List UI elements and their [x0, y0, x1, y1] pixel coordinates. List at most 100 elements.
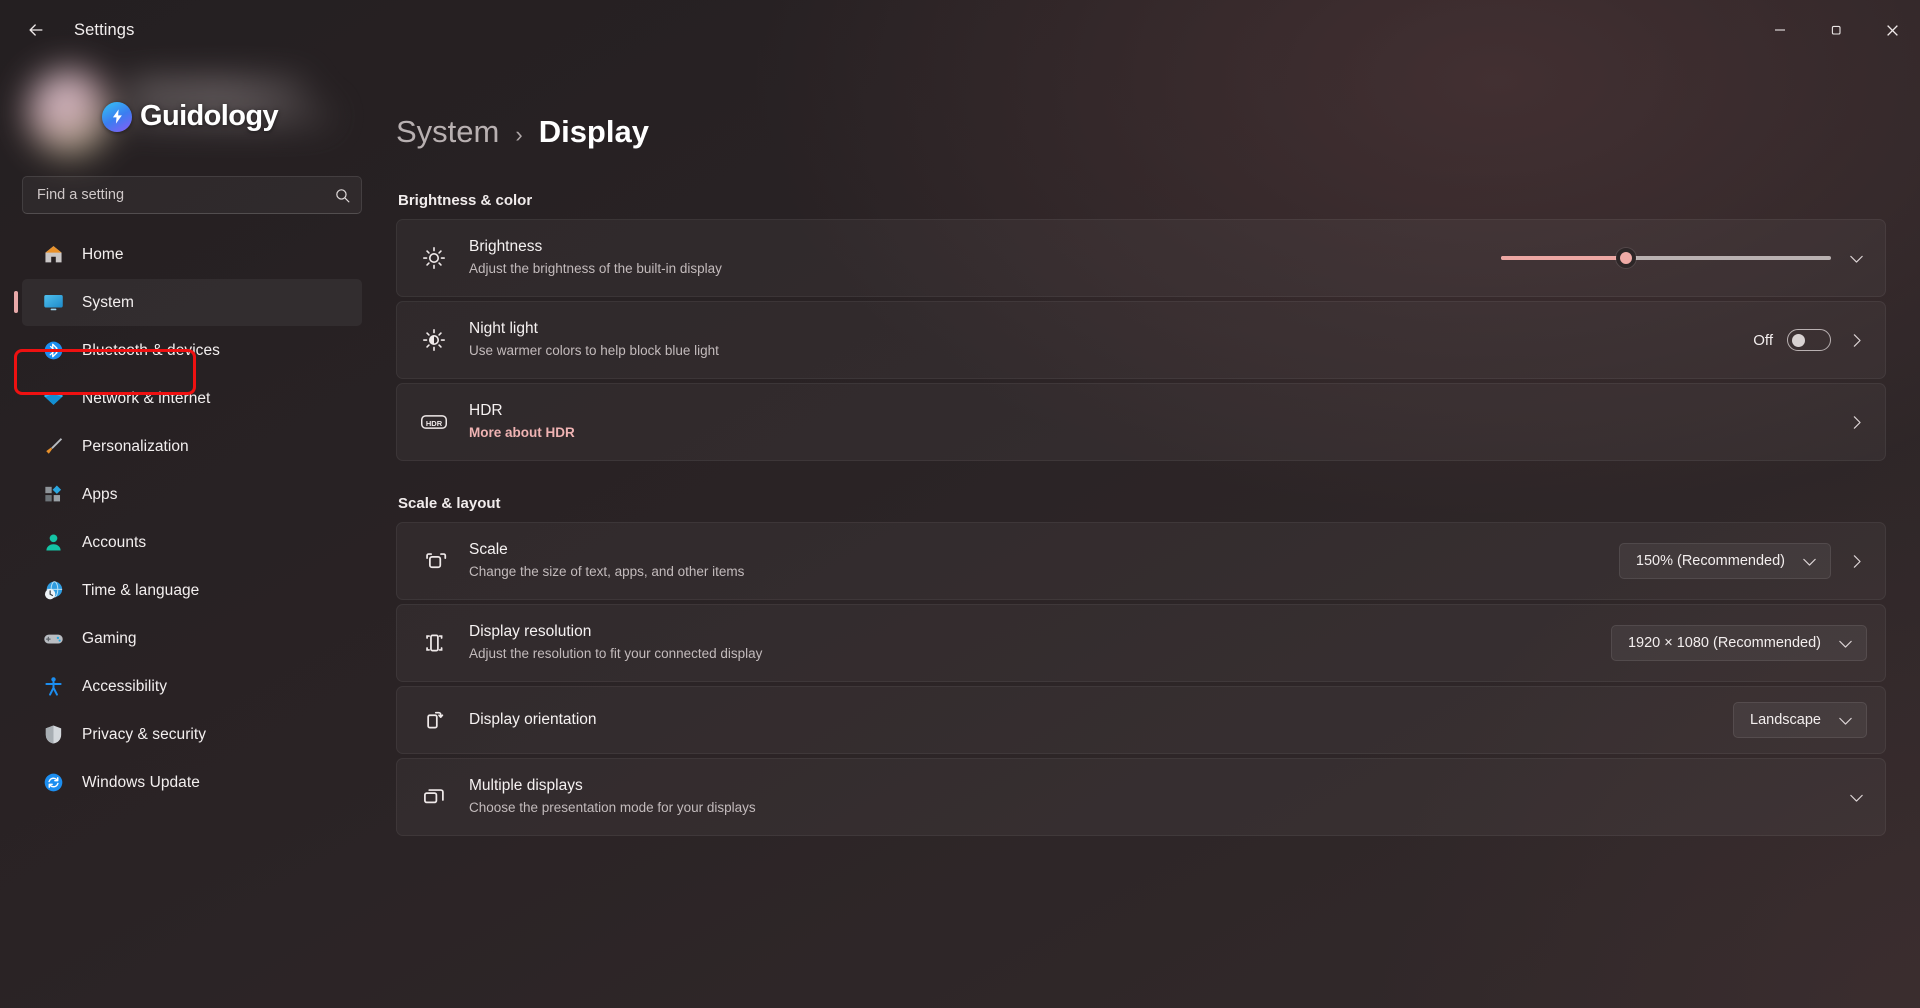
setting-subtitle: Use warmer colors to help block blue lig… — [469, 343, 719, 359]
sidebar-item-windows-update[interactable]: Windows Update — [22, 759, 362, 806]
sidebar-item-accessibility[interactable]: Accessibility — [22, 663, 362, 710]
chevron-down-icon — [1837, 712, 1854, 729]
svg-text:HDR: HDR — [426, 419, 443, 428]
sidebar-item-label: Personalization — [82, 437, 189, 455]
shield-icon — [40, 722, 66, 748]
setting-row-control: Landscape — [1733, 702, 1867, 738]
window-title: Settings — [74, 20, 135, 39]
settings-window: Settings Guidology Find a setting Home S… — [0, 0, 1920, 1008]
sidebar-item-label: Windows Update — [82, 773, 200, 791]
setting-row-text: Night light Use warmer colors to help blo… — [469, 319, 1733, 360]
paintbrush-icon — [40, 434, 66, 460]
minimize-button[interactable] — [1752, 0, 1808, 60]
multiple-displays-icon — [419, 782, 449, 812]
sidebar-item-label: Privacy & security — [82, 725, 207, 743]
search-box[interactable] — [22, 176, 362, 214]
sidebar-item-label: Accessibility — [82, 677, 168, 695]
chevron-right-icon[interactable] — [1845, 553, 1867, 570]
setting-row-text: HDR More about HDR — [469, 401, 1825, 442]
settings-sections: Brightness & color Brightness Adjust the b… — [396, 192, 1886, 836]
sidebar-item-apps[interactable]: Apps — [22, 471, 362, 518]
system-monitor-icon — [40, 290, 66, 316]
breadcrumb-separator-icon: › — [515, 122, 523, 147]
chevron-down-icon[interactable] — [1845, 250, 1867, 267]
accessibility-person-icon — [40, 674, 66, 700]
section-card-group: Scale Change the size of text, apps, and … — [396, 522, 1886, 836]
sidebar-item-label: Time & language — [82, 581, 200, 599]
wifi-icon — [40, 386, 66, 412]
setting-row-control: Off — [1753, 329, 1867, 351]
sidebar-item-network-internet[interactable]: Network & internet — [22, 375, 362, 422]
chevron-down-icon[interactable] — [1845, 789, 1867, 806]
setting-row-text: Brightness Adjust the brightness of the b… — [469, 237, 1481, 278]
dropdown-selected-value: 150% (Recommended) — [1635, 553, 1785, 569]
close-button[interactable] — [1864, 0, 1920, 60]
sidebar-item-bluetooth-devices[interactable]: Bluetooth & devices — [22, 327, 362, 374]
display-rotate-icon — [419, 705, 449, 735]
main-content: System › Display Brightness & color Brigh… — [382, 60, 1920, 1008]
slider-thumb[interactable] — [1616, 248, 1637, 268]
sidebar: Guidology Home System Bluetooth & devices N… — [0, 60, 382, 1008]
guidology-bolt-logo-icon — [102, 101, 132, 132]
user-profile[interactable]: Guidology — [22, 64, 362, 160]
setting-row-text: Multiple displays Choose the presentation… — [469, 776, 1825, 817]
chevron-right-icon[interactable] — [1845, 414, 1867, 431]
setting-row-brightness[interactable]: Brightness Adjust the brightness of the b… — [396, 219, 1886, 297]
night-light-icon — [419, 325, 449, 355]
sidebar-item-label: Gaming — [82, 629, 137, 647]
sidebar-item-accounts[interactable]: Accounts — [22, 519, 362, 566]
slider-fill — [1501, 256, 1627, 260]
setting-row-text: Display resolution Adjust the resolution … — [469, 622, 1591, 663]
window-controls — [1752, 0, 1920, 60]
setting-row-text: Scale Change the size of text, apps, and … — [469, 540, 1599, 581]
sidebar-item-personalization[interactable]: Personalization — [22, 423, 362, 470]
setting-title: HDR — [469, 402, 503, 420]
breadcrumb-parent-system[interactable]: System — [396, 114, 499, 150]
setting-subtitle-link[interactable]: More about HDR — [469, 423, 1825, 443]
display-resolution-icon — [419, 628, 449, 658]
setting-row-scale[interactable]: Scale Change the size of text, apps, and … — [396, 522, 1886, 600]
update-refresh-icon — [40, 770, 66, 796]
search-icon[interactable] — [334, 187, 351, 204]
scale-resize-icon — [419, 546, 449, 576]
display-resolution-dropdown[interactable]: 1920 × 1080 (Recommended) — [1610, 625, 1867, 661]
search-input[interactable] — [37, 187, 334, 203]
night-light-toggle[interactable] — [1787, 329, 1831, 351]
back-button[interactable] — [14, 12, 58, 48]
sidebar-item-label: Network & internet — [82, 389, 211, 407]
section-card-group: Brightness Adjust the brightness of the b… — [396, 219, 1886, 461]
back-arrow-icon — [29, 24, 43, 36]
setting-row-display-orientation[interactable]: Display orientation Landscape — [396, 686, 1886, 754]
setting-row-hdr[interactable]: HDR HDR More about HDR — [396, 383, 1886, 461]
scale-dropdown[interactable]: 150% (Recommended) — [1618, 543, 1831, 579]
setting-row-multiple-displays[interactable]: Multiple displays Choose the presentation… — [396, 758, 1886, 836]
maximize-restore-icon — [1831, 25, 1841, 35]
setting-row-control: 1920 × 1080 (Recommended) — [1610, 625, 1867, 661]
sidebar-item-time-language[interactable]: Time & language — [22, 567, 362, 614]
setting-row-display-resolution[interactable]: Display resolution Adjust the resolution … — [396, 604, 1886, 682]
chevron-right-icon[interactable] — [1845, 332, 1867, 349]
display-orientation-dropdown[interactable]: Landscape — [1733, 702, 1867, 738]
setting-title: Display orientation — [469, 710, 597, 728]
page-title: Display — [538, 114, 649, 149]
maximize-button[interactable] — [1808, 0, 1864, 60]
sidebar-item-privacy-security[interactable]: Privacy & security — [22, 711, 362, 758]
person-icon — [40, 530, 66, 556]
guidology-watermark: Guidology — [102, 100, 279, 133]
sidebar-item-gaming[interactable]: Gaming — [22, 615, 362, 662]
brightness-slider[interactable] — [1501, 247, 1831, 269]
toggle-state-label: Off — [1753, 331, 1773, 349]
setting-subtitle: Adjust the brightness of the built-in di… — [469, 261, 722, 277]
brightness-sun-icon — [419, 243, 449, 273]
setting-subtitle: Adjust the resolution to fit your connec… — [469, 646, 763, 662]
sidebar-nav: Home System Bluetooth & devices Network & i… — [0, 230, 382, 1008]
home-icon — [40, 242, 66, 268]
setting-row-night-light[interactable]: Night light Use warmer colors to help blo… — [396, 301, 1886, 379]
toggle-knob — [1792, 334, 1805, 347]
sidebar-item-label: Bluetooth & devices — [82, 341, 220, 359]
chevron-down-icon — [1801, 553, 1818, 570]
title-bar: Settings — [0, 0, 1920, 60]
setting-title: Brightness — [469, 238, 543, 256]
sidebar-item-home[interactable]: Home — [22, 231, 362, 278]
sidebar-item-system[interactable]: System — [14, 279, 362, 326]
